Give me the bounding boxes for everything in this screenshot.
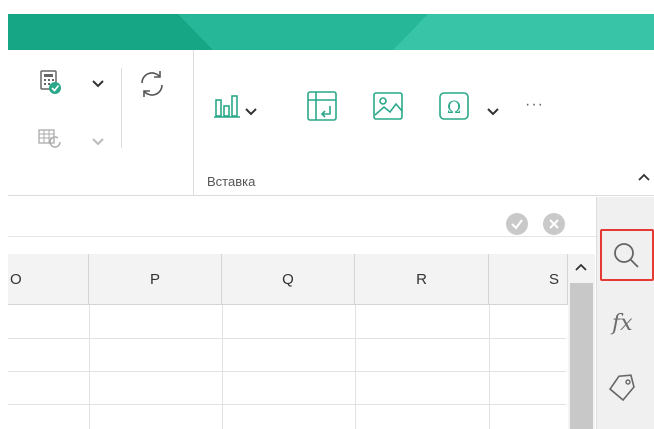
- column-header-o[interactable]: O: [8, 254, 89, 305]
- scrollbar-thumb[interactable]: [570, 283, 593, 429]
- recalculate-sheet-icon[interactable]: [38, 128, 62, 150]
- column-header-q[interactable]: Q: [222, 254, 355, 305]
- more-button[interactable]: ···: [525, 96, 544, 114]
- row-line: [8, 371, 566, 372]
- column-line: [489, 305, 490, 429]
- image-icon[interactable]: [372, 90, 406, 122]
- column-header-s[interactable]: S: [489, 254, 568, 305]
- tag-icon[interactable]: [606, 372, 640, 406]
- svg-text:Ω: Ω: [447, 98, 461, 118]
- chevron-down-icon[interactable]: [487, 104, 499, 122]
- confirm-button[interactable]: [506, 213, 528, 235]
- check-icon: [511, 219, 523, 230]
- title-banner: [8, 14, 654, 50]
- scroll-up-icon[interactable]: [574, 260, 588, 278]
- close-icon: [549, 219, 559, 229]
- cancel-button[interactable]: [543, 213, 565, 235]
- column-line: [222, 305, 223, 429]
- calculate-icon[interactable]: [40, 70, 62, 96]
- column-line: [89, 305, 90, 429]
- ribbon: Ω ··· Вставка: [8, 50, 654, 196]
- chevron-down-icon[interactable]: [245, 104, 257, 122]
- banner-decoration: [8, 14, 654, 50]
- pivot-table-icon[interactable]: [306, 90, 338, 122]
- ribbon-group-label-insert: Вставка: [207, 174, 256, 189]
- collapse-ribbon-icon[interactable]: [636, 169, 652, 185]
- column-line: [355, 305, 356, 429]
- separator: [193, 50, 194, 196]
- search-button[interactable]: [600, 229, 654, 281]
- row-line: [8, 404, 566, 405]
- separator: [121, 68, 122, 148]
- function-icon[interactable]: fx: [612, 311, 633, 336]
- symbol-icon[interactable]: Ω: [438, 90, 472, 122]
- cell-grid[interactable]: [8, 305, 566, 429]
- search-icon: [614, 243, 639, 268]
- chevron-down-icon[interactable]: [92, 134, 104, 152]
- column-header-r[interactable]: R: [355, 254, 489, 305]
- app-window: Ω ··· Вставка O P Q R S fx: [0, 0, 654, 429]
- chevron-down-icon[interactable]: [92, 76, 104, 94]
- row-line: [8, 338, 566, 339]
- refresh-icon[interactable]: [136, 68, 168, 100]
- column-header-p[interactable]: P: [89, 254, 222, 305]
